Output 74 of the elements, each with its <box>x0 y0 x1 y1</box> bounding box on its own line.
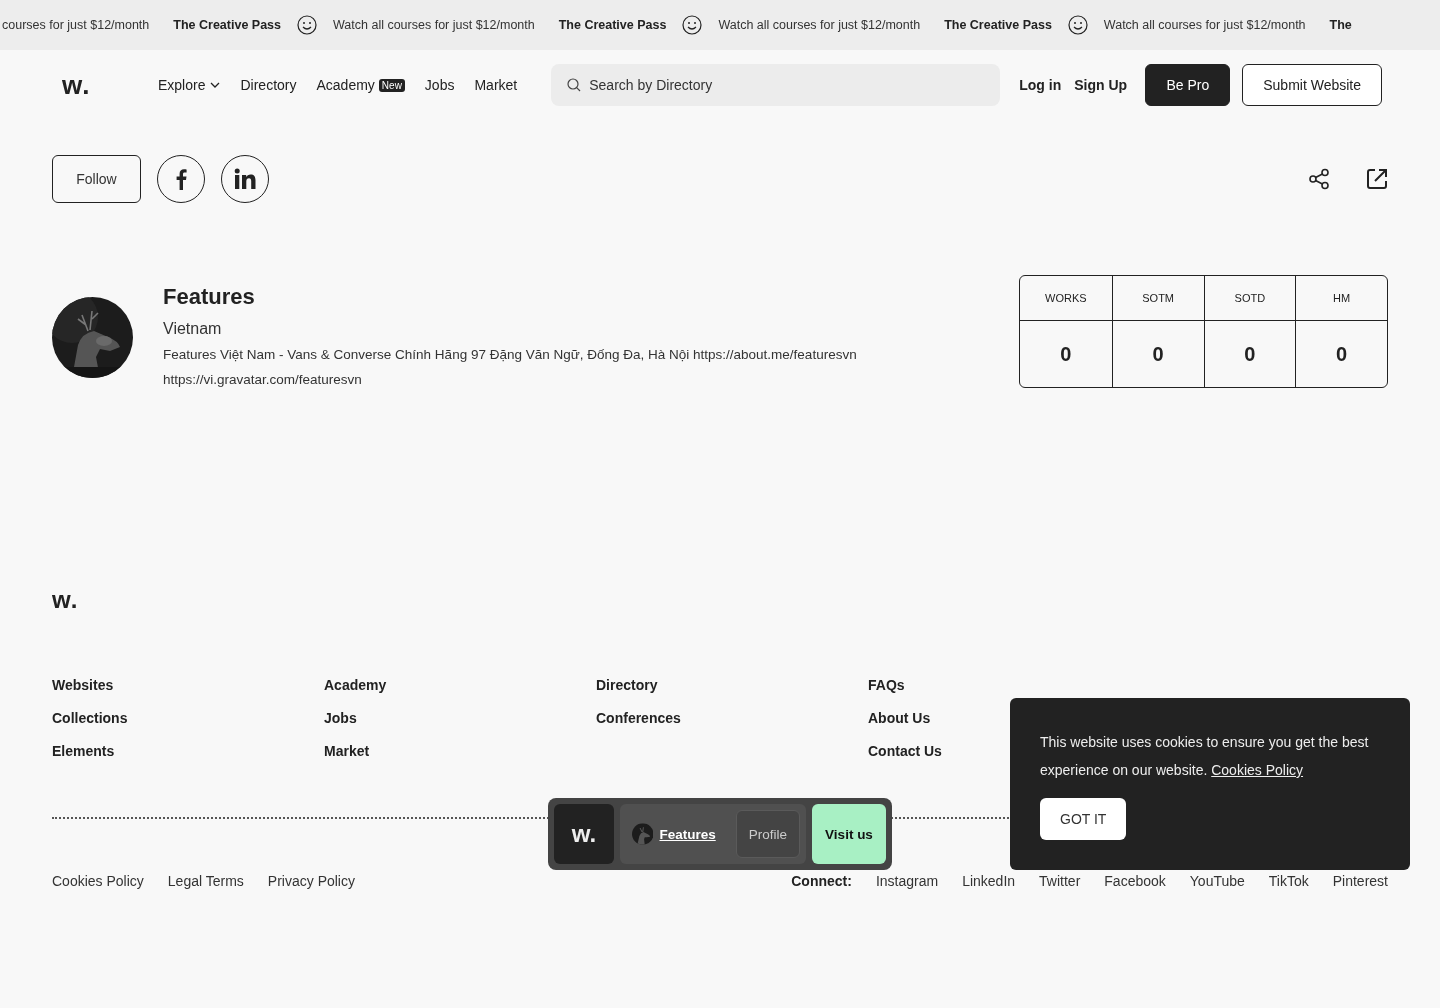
smiley-icon <box>682 15 703 35</box>
be-pro-button[interactable]: Be Pro <box>1145 64 1231 106</box>
promo-text[interactable]: Watch all courses for just $12/month <box>333 18 535 32</box>
social-link[interactable]: YouTube <box>1189 873 1245 889</box>
share-icon <box>1308 168 1330 190</box>
search-field[interactable]: Search by Directory <box>551 64 1001 106</box>
stat-value: 0 <box>1151 341 1165 367</box>
social-link[interactable]: Twitter <box>1039 873 1081 889</box>
footer-link[interactable]: Collections <box>52 710 128 726</box>
profile-link[interactable]: https://vi.gravatar.com/featuresvn <box>163 372 1019 387</box>
social-link[interactable]: Facebook <box>1104 873 1166 889</box>
linkedin-icon <box>234 168 256 190</box>
external-link-icon <box>1366 168 1388 190</box>
legal-link[interactable]: Legal Terms <box>167 873 244 889</box>
cookie-text: This website uses cookies to ensure you get the best experience on our website. Cookies Policy <box>1040 733 1370 780</box>
promo-text[interactable]: courses for just $12/month <box>2 18 150 32</box>
profile-bio: Features Việt Nam - Vans & Converse Chính Hãng 97 Đặng Văn Ngữ, Đống Đa, Hà Nội https://about.me/featuresvn <box>163 347 858 362</box>
footer-link[interactable]: Contact Us <box>868 743 942 759</box>
social-link[interactable]: Instagram <box>875 873 939 889</box>
nav-link[interactable]: Jobs <box>424 77 455 93</box>
visit-button[interactable]: Visit us <box>812 804 886 864</box>
logo[interactable]: w. <box>554 804 614 864</box>
footer-link[interactable]: About Us <box>868 710 931 726</box>
footer-link[interactable]: Conferences <box>596 710 681 726</box>
footer-link[interactable]: Websites <box>52 677 114 693</box>
stat-value: 0 <box>1335 341 1349 367</box>
profile-country: Vietnam <box>163 320 223 338</box>
profile-name: Features <box>163 284 256 310</box>
social-link[interactable]: LinkedIn <box>962 873 1016 889</box>
social-link[interactable]: TikTok <box>1268 873 1309 889</box>
promo-text[interactable]: Watch all courses for just $12/month <box>718 18 921 32</box>
nav-link[interactable]: Sign Up <box>1074 77 1128 93</box>
got-it-button[interactable]: GOT IT <box>1040 798 1127 840</box>
profile-link[interactable]: Features <box>659 826 716 842</box>
logo[interactable]: w. <box>62 69 158 101</box>
promo-title[interactable]: The Creative Pass <box>944 18 1052 32</box>
footer-link[interactable]: Directory <box>596 677 658 693</box>
stat-label: SOTM <box>1112 276 1204 321</box>
facebook-icon <box>175 168 187 190</box>
search-icon <box>567 78 582 92</box>
nav-link[interactable]: Academy New <box>316 77 405 93</box>
stat-value: 0 <box>1059 341 1073 367</box>
new-badge: New <box>378 78 405 92</box>
smiley-icon <box>297 15 317 35</box>
footer-logo[interactable]: w. <box>52 586 1388 614</box>
smiley-icon <box>1067 15 1088 35</box>
legal-link[interactable]: Cookies Policy <box>52 873 144 889</box>
stat-label: SOTD <box>1204 276 1296 321</box>
footer-link[interactable]: Market <box>324 743 370 759</box>
promo-title[interactable]: The Creative Pass <box>173 18 281 32</box>
submit-website-button[interactable]: Submit Website <box>1242 64 1382 106</box>
nav-link[interactable]: Explore <box>158 77 221 93</box>
stat-value: 0 <box>1243 341 1257 367</box>
external-link-button[interactable] <box>1366 168 1388 190</box>
stat-label: WORKS <box>1020 276 1112 321</box>
legal-link[interactable]: Privacy Policy <box>267 873 355 889</box>
nav-link[interactable]: Directory <box>240 77 297 93</box>
footer-link[interactable]: FAQs <box>868 677 905 693</box>
cookies-policy-link[interactable]: Cookies Policy <box>1211 762 1304 778</box>
connect-label: Connect: <box>791 873 852 889</box>
nav-link[interactable]: Log in <box>1019 77 1062 93</box>
stat-label: HM <box>1296 276 1387 321</box>
footer-link[interactable]: Jobs <box>324 710 357 726</box>
nav-link[interactable]: Market <box>474 77 518 93</box>
chevron-down-icon <box>210 82 221 88</box>
profile-button[interactable]: Profile <box>735 810 800 858</box>
promo-text[interactable]: Watch all courses for just $12/month <box>1103 18 1306 32</box>
promo-title[interactable]: The <box>1329 18 1352 32</box>
follow-button[interactable]: Follow <box>52 155 141 203</box>
promo-title[interactable]: The Creative Pass <box>558 18 667 32</box>
share-button[interactable] <box>1308 168 1330 190</box>
footer-link[interactable]: Academy <box>324 677 387 693</box>
social-link[interactable]: Pinterest <box>1332 873 1388 889</box>
footer-link[interactable]: Elements <box>52 743 115 759</box>
